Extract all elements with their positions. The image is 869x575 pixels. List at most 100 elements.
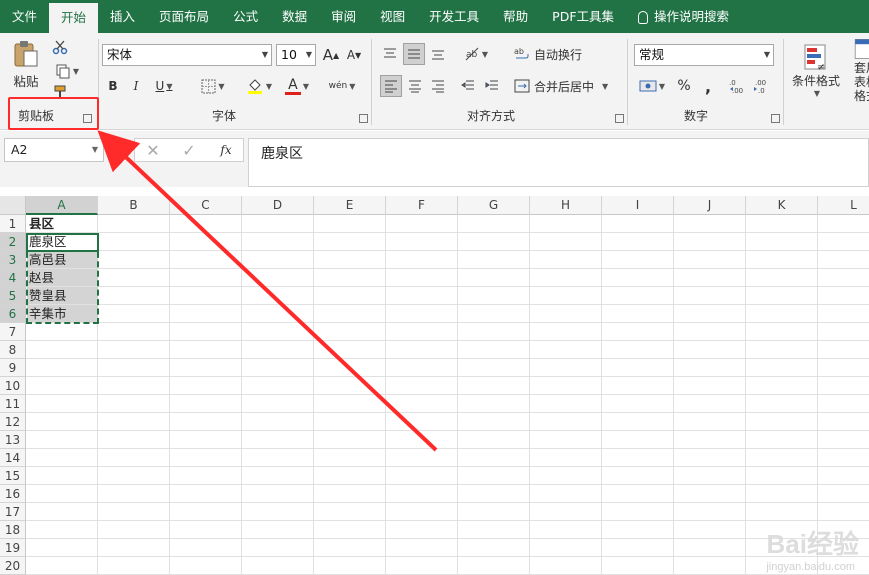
select-all-corner[interactable] (0, 196, 26, 215)
copy-button[interactable]: ▼ (50, 61, 84, 81)
column-header-k[interactable]: K (746, 196, 818, 215)
gridline (673, 215, 674, 575)
wrap-text-button[interactable]: ab 自动换行 (514, 43, 614, 65)
font-name-dropdown[interactable]: 宋体 ▼ (102, 44, 272, 66)
align-top-button[interactable] (380, 43, 400, 65)
column-header-e[interactable]: E (314, 196, 386, 215)
copy-icon (56, 64, 70, 79)
gridline (26, 322, 869, 323)
tab-home[interactable]: 开始 (49, 3, 99, 33)
insert-function-button[interactable]: fx (215, 140, 237, 160)
name-box[interactable]: A2 ▼ (4, 138, 104, 162)
align-right-button[interactable] (428, 75, 448, 97)
tab-data[interactable]: 数据 (270, 0, 319, 33)
increase-font-button[interactable]: A ▲ (321, 44, 341, 66)
gridline (26, 304, 869, 305)
fill-color-button[interactable]: ▼ (243, 75, 275, 97)
tab-review[interactable]: 审阅 (319, 0, 368, 33)
align-center-button[interactable] (405, 75, 425, 97)
column-header-g[interactable]: G (458, 196, 530, 215)
align-middle-button[interactable] (403, 43, 425, 65)
column-header-c[interactable]: C (170, 196, 242, 215)
number-format-dropdown[interactable]: 常规 ▼ (634, 44, 774, 66)
row-header-12[interactable]: 12 (0, 413, 26, 431)
column-header-i[interactable]: I (602, 196, 674, 215)
row-header-13[interactable]: 13 (0, 431, 26, 449)
number-launcher-icon[interactable] (771, 114, 780, 123)
row-header-3[interactable]: 3 (0, 251, 26, 269)
column-header-f[interactable]: F (386, 196, 458, 215)
increase-decimal-icon: .0.00 (729, 79, 743, 94)
decrease-font-button[interactable]: A ▼ (344, 44, 364, 66)
italic-button[interactable]: I (126, 75, 146, 97)
row-header-15[interactable]: 15 (0, 467, 26, 485)
font-size-dropdown[interactable]: 10 ▼ (276, 44, 316, 66)
alignment-launcher-icon[interactable] (615, 114, 624, 123)
decrease-indent-button[interactable] (458, 75, 478, 97)
column-header-b[interactable]: B (98, 196, 170, 215)
svg-text:.00: .00 (755, 79, 766, 87)
chevron-down-icon: ▼ (763, 50, 770, 59)
increase-decimal-button[interactable]: .0.00 (728, 75, 748, 97)
increase-indent-button[interactable] (482, 75, 502, 97)
worksheet-grid[interactable]: ABCDEFGHIJKL 1 2 3 4 5 6 7 8 9 10 11 12 13 14 15 16 17 18… (0, 196, 869, 575)
align-bottom-button[interactable] (428, 43, 448, 65)
formula-bar-splitter[interactable] (120, 141, 123, 159)
font-color-button[interactable]: A ▼ (281, 75, 313, 97)
decrease-decimal-icon[interactable]: .00.0 (752, 75, 772, 97)
row-header-10[interactable]: 10 (0, 377, 26, 395)
paste-button[interactable]: 粘贴 (8, 37, 44, 91)
column-header-l[interactable]: L (818, 196, 869, 215)
column-header-a[interactable]: A (26, 196, 98, 215)
row-header-9[interactable]: 9 (0, 359, 26, 377)
percent-button[interactable]: % (674, 75, 694, 97)
row-header-6[interactable]: 6 (0, 305, 26, 323)
row-header-11[interactable]: 11 (0, 395, 26, 413)
row-header-16[interactable]: 16 (0, 485, 26, 503)
comma-style-button[interactable]: , (698, 75, 718, 97)
conditional-formatting-button[interactable]: ≠ 条件格式 ▼ (788, 37, 844, 103)
row-header-1[interactable]: 1 (0, 215, 26, 233)
row-header-7[interactable]: 7 (0, 323, 26, 341)
tab-formulas[interactable]: 公式 (221, 0, 270, 33)
row-header-5[interactable]: 5 (0, 287, 26, 305)
number-label: 数字 (684, 109, 709, 123)
format-as-table-label: 套用表格格式 (854, 61, 869, 103)
tab-insert[interactable]: 插入 (98, 0, 147, 33)
column-header-d[interactable]: D (242, 196, 314, 215)
tab-page-layout[interactable]: 页面布局 (147, 0, 221, 33)
tab-view[interactable]: 视图 (368, 0, 417, 33)
cell-a1[interactable]: 县区 (27, 215, 98, 232)
font-launcher-icon[interactable] (359, 114, 368, 123)
align-left-button[interactable] (380, 75, 402, 97)
cut-button[interactable] (50, 37, 70, 57)
enter-check-icon[interactable]: ✓ (179, 140, 199, 160)
phonetic-button[interactable]: wén ▼ (325, 75, 359, 97)
formula-input[interactable]: 鹿泉区 (248, 138, 869, 187)
cancel-icon[interactable]: ✕ (143, 140, 163, 160)
chevron-down-icon: ▼ (261, 50, 268, 59)
column-header-j[interactable]: J (674, 196, 746, 215)
row-header-14[interactable]: 14 (0, 449, 26, 467)
row-header-20[interactable]: 20 (0, 557, 26, 575)
row-header-18[interactable]: 18 (0, 521, 26, 539)
format-as-table-button[interactable]: 套用表格格式 (844, 37, 869, 103)
row-header-19[interactable]: 19 (0, 539, 26, 557)
border-button[interactable]: ▼ (195, 75, 231, 97)
tab-developer[interactable]: 开发工具 (417, 0, 491, 33)
orientation-button[interactable]: ab ▼ (460, 43, 492, 65)
bold-button[interactable]: B (103, 75, 123, 97)
merge-center-button[interactable]: 合并后居中 ▼ (514, 75, 618, 97)
column-header-h[interactable]: H (530, 196, 602, 215)
tab-help[interactable]: 帮助 (491, 0, 540, 33)
row-header-8[interactable]: 8 (0, 341, 26, 359)
tell-me-search[interactable]: 操作说明搜索 (626, 0, 741, 33)
underline-button[interactable]: U ▼ (149, 75, 179, 97)
tab-pdf-tools[interactable]: PDF工具集 (540, 0, 626, 33)
tab-file[interactable]: 文件 (0, 0, 49, 33)
row-header-4[interactable]: 4 (0, 269, 26, 287)
row-header-17[interactable]: 17 (0, 503, 26, 521)
accounting-format-button[interactable]: ▼ (634, 75, 670, 97)
row-header-2[interactable]: 2 (0, 233, 26, 251)
comma-icon: , (704, 76, 712, 96)
